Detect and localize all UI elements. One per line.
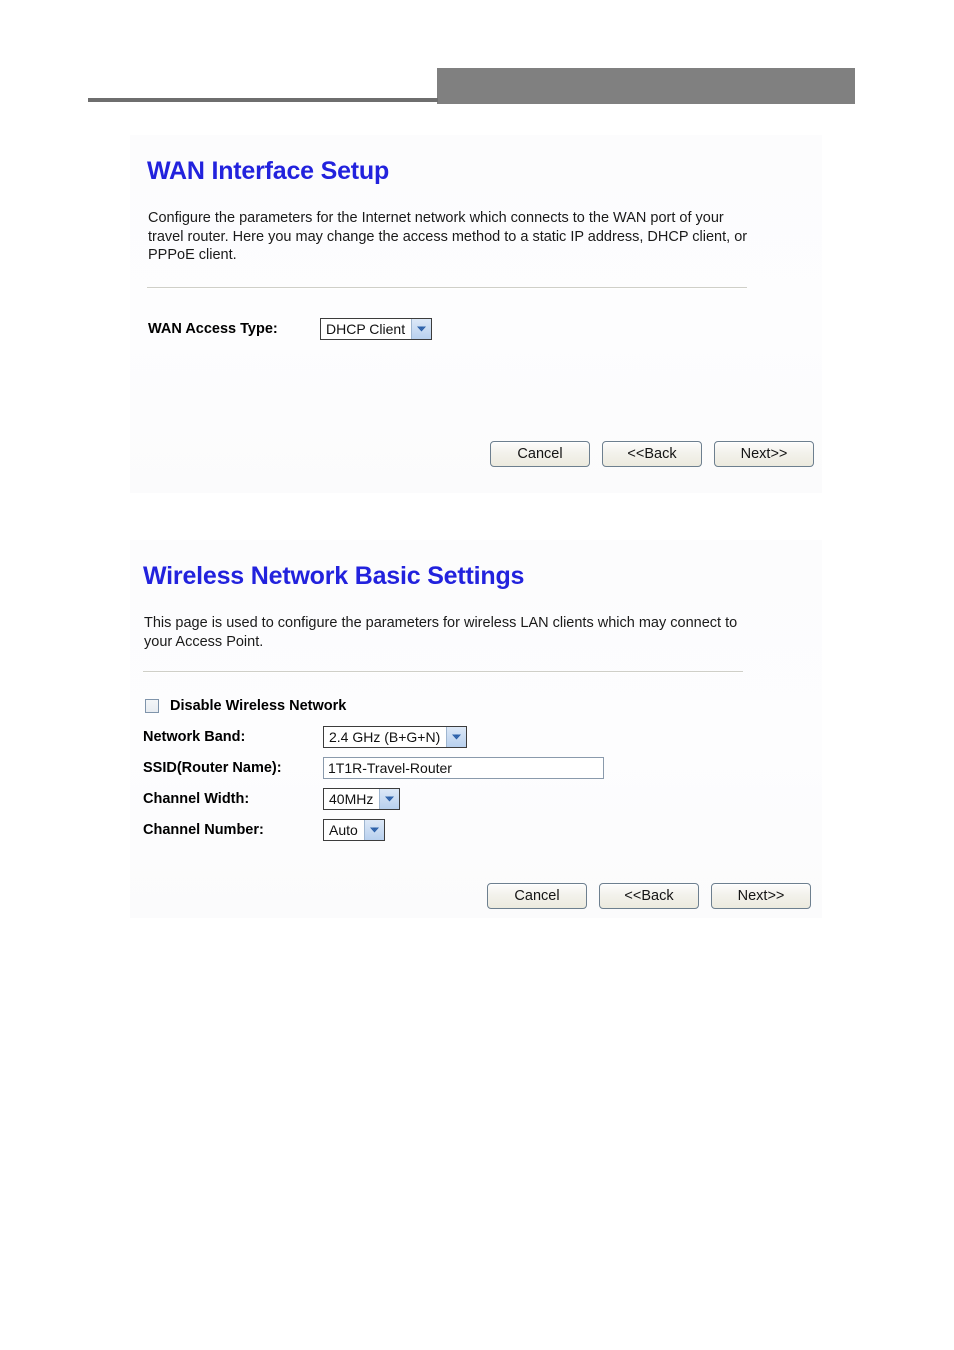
ssid-input[interactable]: 1T1R-Travel-Router — [323, 756, 604, 779]
wireless-button-row: Cancel <<Back Next>> — [487, 883, 811, 909]
network-band-label: Network Band: — [143, 728, 246, 745]
channel-number-row: Channel Number: Auto — [130, 814, 822, 845]
header-gray-block — [437, 68, 855, 104]
back-button[interactable]: <<Back — [599, 883, 699, 909]
wan-interface-setup-panel: WAN Interface Setup Configure the parame… — [130, 135, 822, 493]
disable-wireless-network-row: Disable Wireless Network — [130, 690, 822, 721]
disable-wireless-network-label: Disable Wireless Network — [170, 697, 347, 714]
channel-width-row: Channel Width: 40MHz — [130, 783, 822, 814]
network-band-value: 2.4 GHz (B+G+N) — [329, 728, 441, 745]
header-horizontal-rule — [88, 98, 438, 102]
panel-description: Configure the parameters for the Interne… — [148, 210, 748, 263]
channel-width-select[interactable]: 40MHz — [323, 787, 401, 810]
chevron-down-icon — [379, 788, 400, 809]
channel-number-select[interactable]: Auto — [323, 818, 385, 841]
panel-description: This page is used to configure the param… — [144, 615, 738, 650]
ssid-label: SSID(Router Name): — [143, 759, 282, 776]
network-band-select[interactable]: 2.4 GHz (B+G+N) — [323, 725, 468, 748]
cancel-button[interactable]: Cancel — [490, 441, 590, 467]
page-title: Wireless Network Basic Settings — [143, 562, 525, 590]
section-divider — [147, 287, 747, 289]
chevron-down-icon — [446, 726, 467, 747]
disable-wireless-network-checkbox[interactable] — [145, 698, 159, 713]
chevron-down-icon — [363, 819, 384, 840]
wan-access-type-select[interactable]: DHCP Client — [320, 317, 433, 340]
next-button[interactable]: Next>> — [711, 883, 811, 909]
wan-access-type-label: WAN Access Type: — [148, 320, 278, 337]
chevron-down-icon — [411, 318, 432, 339]
channel-number-value: Auto — [329, 821, 358, 838]
wan-access-type-row: WAN Access Type: DHCP Client — [130, 313, 822, 344]
channel-width-value: 40MHz — [329, 790, 374, 807]
back-button[interactable]: <<Back — [602, 441, 702, 467]
wan-button-row: Cancel <<Back Next>> — [490, 441, 814, 467]
wireless-form-area: Disable Wireless Network Network Band: 2… — [130, 690, 822, 845]
page-header — [0, 0, 954, 120]
wan-form-area: WAN Access Type: DHCP Client — [130, 313, 822, 344]
page-title: WAN Interface Setup — [147, 157, 390, 185]
channel-number-label: Channel Number: — [143, 821, 264, 838]
section-divider — [143, 671, 743, 673]
next-button[interactable]: Next>> — [714, 441, 814, 467]
wireless-network-basic-settings-panel: Wireless Network Basic Settings This pag… — [130, 540, 822, 918]
ssid-row: SSID(Router Name): 1T1R-Travel-Router — [130, 752, 822, 783]
wan-access-type-value: DHCP Client — [326, 320, 406, 337]
channel-width-label: Channel Width: — [143, 790, 250, 807]
network-band-row: Network Band: 2.4 GHz (B+G+N) — [130, 721, 822, 752]
cancel-button[interactable]: Cancel — [487, 883, 587, 909]
